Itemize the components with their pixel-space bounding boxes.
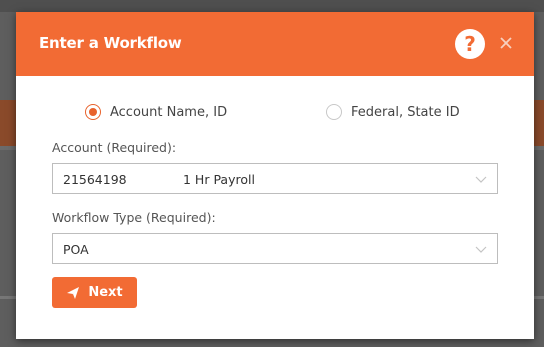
- background-top-bar: [0, 0, 544, 12]
- radio-checked-icon: [85, 104, 101, 120]
- workflow-type-label: Workflow Type (Required):: [52, 210, 216, 225]
- chevron-down-icon: [475, 176, 487, 183]
- account-name-value: 1 Hr Payroll: [183, 172, 255, 187]
- enter-workflow-dialog: Enter a Workflow ? Account Name, ID Fede…: [16, 12, 534, 339]
- svg-text:?: ?: [464, 32, 476, 56]
- question-circle-icon[interactable]: ?: [454, 28, 486, 60]
- close-icon[interactable]: [496, 33, 516, 53]
- dialog-title: Enter a Workflow: [39, 34, 182, 52]
- paper-plane-icon: [67, 286, 80, 299]
- radio-federal-state-id[interactable]: Federal, State ID: [326, 104, 460, 120]
- radio-label: Federal, State ID: [351, 104, 460, 120]
- next-button[interactable]: Next: [52, 277, 137, 308]
- next-button-label: Next: [88, 285, 123, 300]
- radio-label: Account Name, ID: [110, 104, 228, 120]
- dialog-header: Enter a Workflow ?: [16, 12, 534, 76]
- account-select[interactable]: 21564198 1 Hr Payroll: [52, 163, 498, 194]
- account-id-value: 21564198: [63, 172, 127, 187]
- workflow-type-value: POA: [63, 242, 89, 257]
- chevron-down-icon: [475, 246, 487, 253]
- search-mode-radio-group: Account Name, ID Federal, State ID: [16, 104, 534, 126]
- workflow-type-select[interactable]: POA: [52, 233, 498, 264]
- radio-unchecked-icon: [326, 104, 342, 120]
- radio-account-name-id[interactable]: Account Name, ID: [85, 104, 227, 120]
- account-label: Account (Required):: [52, 140, 177, 155]
